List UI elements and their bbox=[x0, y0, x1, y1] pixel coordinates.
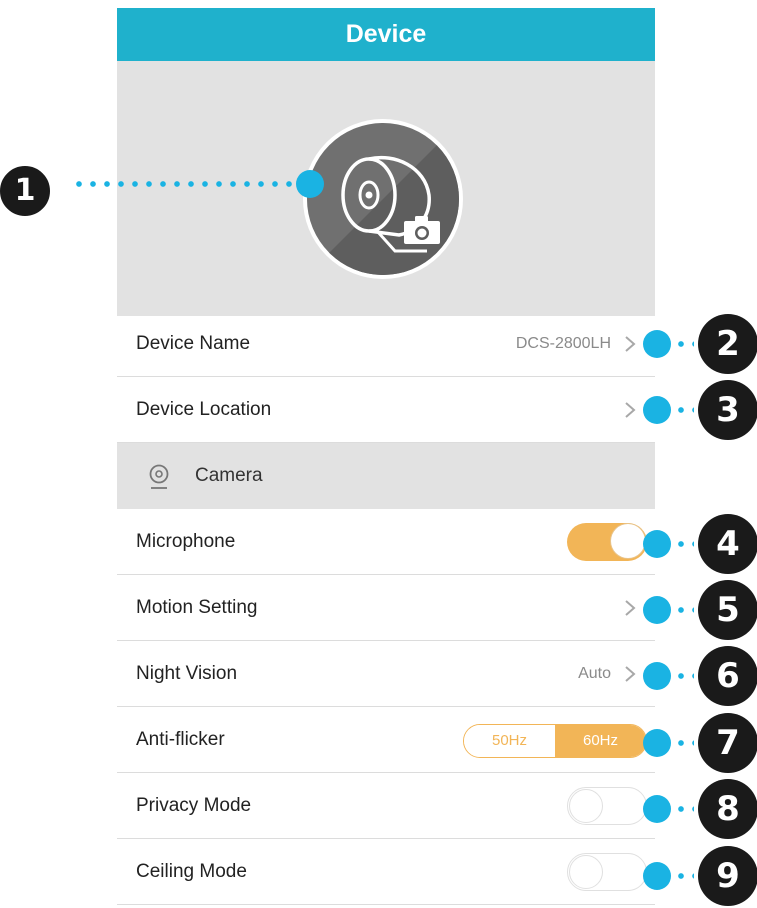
chevron-right-icon bbox=[625, 666, 636, 682]
motion-setting-row[interactable]: Motion Setting bbox=[117, 575, 655, 641]
callout-dot-8 bbox=[643, 795, 671, 823]
privacy-mode-toggle[interactable] bbox=[567, 787, 647, 825]
callout-badge-4: 4 bbox=[698, 514, 757, 574]
camera-section-label: Camera bbox=[195, 465, 263, 486]
callout-dot-5 bbox=[643, 596, 671, 624]
callout-line-2 bbox=[674, 341, 694, 347]
microphone-toggle[interactable] bbox=[567, 523, 647, 561]
device-photo-button[interactable] bbox=[303, 119, 463, 279]
device-name-row[interactable]: Device Name DCS-2800LH bbox=[117, 311, 655, 377]
callout-badge-8: 8 bbox=[698, 779, 757, 839]
callout-badge-3: 3 bbox=[698, 380, 757, 440]
privacy-mode-row: Privacy Mode bbox=[117, 773, 655, 839]
callout-badge-1: 1 bbox=[0, 162, 54, 220]
callout-badge-2: 2 bbox=[698, 314, 757, 374]
chevron-right-icon bbox=[625, 402, 636, 418]
callout-badge-6: 6 bbox=[698, 646, 757, 706]
callout-line-7 bbox=[674, 740, 694, 746]
anti-flicker-segmented-control: 50Hz 60Hz bbox=[463, 724, 647, 758]
anti-flicker-label: Anti-flicker bbox=[136, 729, 225, 750]
callout-line-9 bbox=[674, 873, 694, 879]
callout-dot-9 bbox=[643, 862, 671, 890]
device-location-row[interactable]: Device Location bbox=[117, 377, 655, 443]
callout-dot-4 bbox=[643, 530, 671, 558]
night-vision-row[interactable]: Night Vision Auto bbox=[117, 641, 655, 707]
night-vision-value: Auto bbox=[578, 665, 611, 682]
chevron-right-icon bbox=[625, 336, 636, 352]
chevron-right-icon bbox=[625, 600, 636, 616]
microphone-row: Microphone bbox=[117, 509, 655, 575]
callout-dot-1 bbox=[296, 170, 324, 198]
camera-section-header: Camera bbox=[117, 443, 655, 509]
page-title: Device bbox=[117, 8, 655, 61]
motion-setting-label: Motion Setting bbox=[136, 597, 258, 618]
toggle-knob bbox=[569, 789, 603, 823]
anti-flicker-option-50hz[interactable]: 50Hz bbox=[464, 725, 555, 757]
callout-line-6 bbox=[674, 673, 694, 679]
callout-badge-9: 9 bbox=[698, 846, 757, 906]
device-name-label: Device Name bbox=[136, 333, 251, 354]
callout-line-8 bbox=[674, 806, 694, 812]
device-location-label: Device Location bbox=[136, 399, 272, 420]
microphone-label: Microphone bbox=[136, 531, 236, 552]
camera-device-icon bbox=[307, 123, 459, 275]
callout-line-5 bbox=[674, 607, 694, 613]
callout-dot-7 bbox=[643, 729, 671, 757]
toggle-knob bbox=[611, 524, 645, 558]
toggle-knob bbox=[569, 855, 603, 889]
callout-dot-2 bbox=[643, 330, 671, 358]
privacy-mode-label: Privacy Mode bbox=[136, 795, 252, 816]
device-photo-area bbox=[117, 61, 655, 316]
camera-section-icon bbox=[149, 464, 169, 489]
callout-dot-3 bbox=[643, 396, 671, 424]
callout-line-1 bbox=[72, 181, 296, 187]
anti-flicker-option-60hz[interactable]: 60Hz bbox=[555, 725, 646, 757]
callout-dot-6 bbox=[643, 662, 671, 690]
night-vision-label: Night Vision bbox=[136, 663, 238, 684]
ceiling-mode-toggle[interactable] bbox=[567, 853, 647, 891]
anti-flicker-row: Anti-flicker 50Hz 60Hz bbox=[117, 707, 655, 773]
callout-line-3 bbox=[674, 407, 694, 413]
ceiling-mode-row: Ceiling Mode bbox=[117, 839, 655, 905]
callout-badge-5: 5 bbox=[698, 580, 757, 640]
camera-icon[interactable] bbox=[403, 215, 441, 245]
device-name-value: DCS-2800LH bbox=[515, 335, 611, 352]
callout-line-4 bbox=[674, 541, 694, 547]
callout-badge-7: 7 bbox=[698, 713, 757, 773]
device-settings-screen: Device Device Name DCS-2800LH Device Loc… bbox=[117, 8, 655, 908]
ceiling-mode-label: Ceiling Mode bbox=[136, 861, 247, 882]
